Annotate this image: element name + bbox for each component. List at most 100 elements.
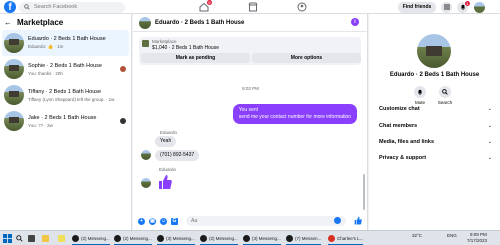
bell-icon xyxy=(418,89,422,95)
listing-image[interactable] xyxy=(142,40,149,47)
notifications-badge: 1 xyxy=(464,0,470,6)
search-label: Search xyxy=(437,100,453,105)
chat-title[interactable]: Eduardo · 2 Beds 1 Bath House xyxy=(155,20,244,26)
messenger-icon xyxy=(243,235,250,242)
media-files-row[interactable]: Media, files and links ⌄ xyxy=(379,139,492,145)
panel-title: Marketplace xyxy=(17,17,64,27)
conversation-title: Sophie · 2 Beds 1 Bath House xyxy=(28,62,102,69)
plus-icon[interactable]: + xyxy=(138,217,145,225)
info-title: Eduardo · 2 Beds 1 Bath House xyxy=(389,72,480,78)
taskbar-window[interactable]: (2) Messeng... xyxy=(200,233,238,245)
nav-home[interactable]: 9 xyxy=(196,0,212,14)
search-icon xyxy=(442,89,448,95)
conversation-preview: You: ?? · 2w xyxy=(28,122,53,128)
grid-menu-icon xyxy=(443,4,450,10)
find-friends-button[interactable]: Find friends xyxy=(398,1,436,13)
language-indicator[interactable]: ENG xyxy=(447,233,457,238)
message-timestamp: 9:02 PM xyxy=(242,86,259,91)
listing-card: Marketplace $1,040 · 2 Beds 1 Bath House… xyxy=(139,37,361,65)
file-explorer-icon[interactable] xyxy=(42,233,51,244)
listing-thumbnail xyxy=(4,111,24,131)
taskbar-search-icon[interactable] xyxy=(16,233,23,244)
sticker-icon[interactable]: ☺ xyxy=(160,217,167,225)
mute-label: Mute xyxy=(414,100,425,105)
taskbar-window-label: (2) Messeng... xyxy=(123,236,152,241)
conversation-item[interactable]: Jake · 2 Beds 1 Bath House You: ?? · 2w xyxy=(0,108,131,134)
top-bar: f 9 Find friends 1 xyxy=(0,0,500,14)
taskbar-window-label: (3) Messeng... xyxy=(166,236,195,241)
messenger-icon xyxy=(157,235,164,242)
emoji-icon[interactable] xyxy=(334,217,341,224)
conversation-preview: Eduardo: 👍 · 1m xyxy=(28,44,64,49)
task-view-icon[interactable] xyxy=(28,233,37,244)
sender-name: Eduardo xyxy=(159,167,177,172)
left-header: ← Marketplace xyxy=(0,14,131,30)
profile-avatar[interactable] xyxy=(474,1,485,13)
conversation-item[interactable]: Eduardo · 2 Beds 1 Bath House Eduardo: 👍… xyxy=(2,30,129,56)
outgoing-line-1: You sent xyxy=(238,107,258,113)
app-icon[interactable] xyxy=(58,233,67,244)
nav-marketplace[interactable] xyxy=(245,0,261,14)
messenger-icon xyxy=(286,235,293,242)
gif-icon[interactable]: G xyxy=(171,217,178,225)
taskbar-window[interactable]: (2) Messeng... xyxy=(114,233,152,245)
row-label: Media, files and links xyxy=(379,139,435,145)
outgoing-message[interactable]: You sent send me your contact number for… xyxy=(232,104,357,124)
message-input-box[interactable] xyxy=(186,216,346,226)
windows-start-icon[interactable] xyxy=(3,234,12,243)
clock-time[interactable]: 9:09 PM xyxy=(470,232,487,237)
chat-scrollbar[interactable] xyxy=(363,174,365,210)
notifications-button[interactable]: 1 xyxy=(457,0,470,13)
taskbar-window[interactable]: (7) Messen... xyxy=(286,233,322,245)
search-input[interactable] xyxy=(34,4,124,10)
conversation-item[interactable]: Sophie · 2 Beds 1 Bath House You: thanks… xyxy=(0,56,131,82)
message-input[interactable] xyxy=(191,218,331,224)
seen-avatar xyxy=(120,118,126,124)
incoming-message[interactable]: Yeah xyxy=(155,136,177,147)
taskbar-window-label: (3) Messeng... xyxy=(252,236,281,241)
row-label: Privacy & support xyxy=(379,155,427,161)
messenger-icon xyxy=(72,235,79,242)
image-icon[interactable]: ▣ xyxy=(149,217,156,225)
weather-widget[interactable]: 32°C xyxy=(412,233,422,238)
taskbar-window-label: (2) Messeng... xyxy=(81,236,110,241)
chat-avatar[interactable] xyxy=(139,16,151,29)
mark-pending-button[interactable]: Mark as pending xyxy=(141,53,250,63)
privacy-support-row[interactable]: Privacy & support ⌄ xyxy=(379,155,492,161)
taskbar-window-label: (7) Messen... xyxy=(295,236,322,241)
taskbar-window[interactable]: (3) Messeng... xyxy=(157,233,195,245)
back-arrow-icon[interactable]: ← xyxy=(4,18,12,27)
thumbs-up-icon[interactable] xyxy=(158,174,172,190)
taskbar-window[interactable]: Charlee's L... xyxy=(328,233,364,245)
chat-members-row[interactable]: Chat members ⌄ xyxy=(379,123,492,129)
sender-name: Eduardo xyxy=(160,130,178,135)
taskbar-window[interactable]: (2) Messeng... xyxy=(72,233,110,245)
search-box[interactable] xyxy=(19,1,125,13)
marketplace-icon xyxy=(248,2,258,12)
mute-button[interactable]: Mute xyxy=(410,86,430,105)
listing-price[interactable]: $1,040 · 2 Beds 1 Bath House xyxy=(152,45,219,51)
info-icon[interactable]: i xyxy=(351,18,359,26)
customize-chat-row[interactable]: Customize chat ⌄ xyxy=(379,106,492,112)
search-icon xyxy=(16,235,23,242)
facebook-logo[interactable]: f xyxy=(4,1,16,13)
taskbar-window-label: Charlee's L... xyxy=(337,236,364,241)
more-options-button[interactable]: More options xyxy=(252,53,361,63)
conversation-title: Tiffany · 2 Beds 1 Bath House xyxy=(28,88,102,95)
like-send-icon[interactable] xyxy=(354,216,362,225)
main-nav: 9 xyxy=(196,0,310,14)
chat-avatar-large[interactable] xyxy=(417,34,451,68)
search-icon xyxy=(24,4,30,10)
nav-groups[interactable] xyxy=(294,0,310,14)
taskbar-window[interactable]: (3) Messeng... xyxy=(243,233,281,245)
search-chat-button[interactable]: Search xyxy=(435,86,455,105)
clock-date[interactable]: 7/17/2023 xyxy=(467,238,487,243)
conversation-item[interactable]: Tiffany · 2 Beds 1 Bath House Tiffany (L… xyxy=(0,82,131,108)
chevron-down-icon: ⌄ xyxy=(487,123,492,129)
incoming-message[interactable]: (701) 892-5437 xyxy=(155,150,200,161)
row-label: Chat members xyxy=(379,123,418,129)
home-badge: 9 xyxy=(206,0,212,5)
conversation-title: Eduardo · 2 Beds 1 Bath House xyxy=(28,36,106,42)
menu-button[interactable] xyxy=(441,1,452,13)
conversation-preview: You: thanks · 20h xyxy=(28,70,63,76)
